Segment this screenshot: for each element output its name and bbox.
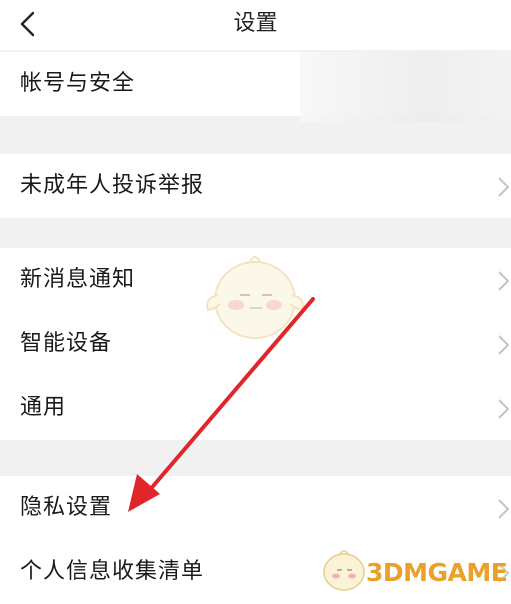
settings-item-label: 未成年人投诉举报	[20, 173, 205, 198]
chevron-right-icon	[498, 499, 510, 519]
settings-item-minor-report[interactable]: 未成年人投诉举报	[0, 154, 511, 218]
settings-item-privacy[interactable]: 隐私设置	[0, 476, 511, 540]
settings-item-general[interactable]: 通用	[0, 376, 511, 440]
settings-item-label: 通用	[20, 395, 67, 420]
settings-item-label: 新消息通知	[20, 267, 136, 292]
chevron-right-icon	[498, 335, 510, 355]
chevron-right-icon	[498, 271, 510, 291]
settings-item-label: 智能设备	[20, 331, 113, 356]
page-title: 设置	[233, 11, 278, 36]
chevron-right-icon	[498, 177, 510, 197]
settings-item-label: 帐号与安全	[20, 71, 136, 96]
mascot-watermark-icon	[206, 256, 304, 339]
top-bar: 设置	[0, 0, 511, 50]
chevron-right-icon	[498, 399, 510, 419]
blurred-region	[300, 52, 511, 122]
settings-item-label: 个人信息收集清单	[20, 559, 205, 584]
settings-group-minor-report: 未成年人投诉举报	[0, 154, 511, 218]
settings-item-label: 隐私设置	[20, 495, 113, 520]
watermark-text: 3DMGAME	[366, 558, 508, 587]
